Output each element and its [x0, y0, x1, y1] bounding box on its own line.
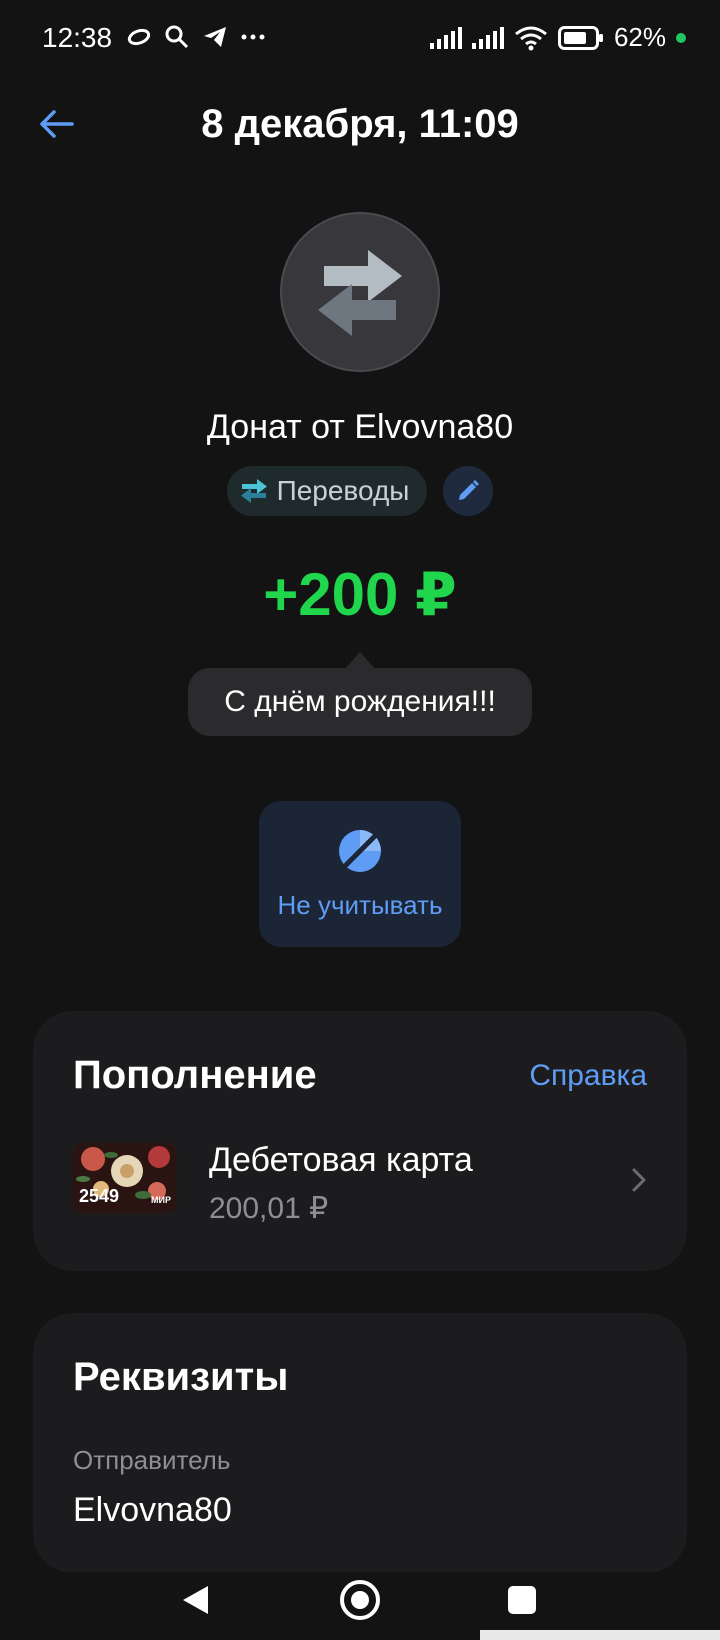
nav-recent-apps-button[interactable]: [508, 1586, 536, 1614]
ignore-label: Не учитывать: [277, 889, 443, 920]
chevron-right-icon: [632, 1168, 646, 1192]
transfer-avatar: [280, 212, 440, 372]
sender-label: Отправитель: [73, 1445, 231, 1475]
card-brand: МИР: [151, 1195, 171, 1205]
telegram-icon: [204, 27, 226, 47]
transfer-arrows-icon: [318, 250, 402, 336]
help-link[interactable]: Справка: [529, 1059, 647, 1093]
topup-title: Пополнение: [73, 1053, 317, 1097]
home-dot-icon: [351, 1591, 369, 1609]
status-icons-left: [126, 24, 266, 50]
signal-icon: [471, 26, 504, 49]
sender-value[interactable]: Elvovna80: [73, 1491, 232, 1530]
edit-category-button[interactable]: [443, 466, 494, 516]
wifi-icon: [515, 26, 547, 50]
operation-amount: +200 ₽: [263, 561, 457, 628]
nav-back-icon[interactable]: [180, 1584, 210, 1616]
search-icon: [165, 25, 189, 49]
ignore-button[interactable]: Не учитывать: [259, 801, 461, 947]
category-row: Переводы: [0, 466, 720, 516]
account-amount: 200,01 ₽: [209, 1192, 329, 1225]
battery-icon: [557, 25, 603, 50]
status-icons-right: 62%: [429, 22, 686, 53]
page-title: 8 декабря, 11:09: [201, 102, 519, 146]
card-last4: 2549: [79, 1186, 120, 1206]
account-name: Дебетовая карта: [209, 1141, 473, 1179]
card-thumbnail: 2549 МИР: [73, 1143, 177, 1213]
requisites-card: Реквизиты Отправитель Elvovna80: [33, 1313, 687, 1573]
header: 8 декабря, 11:09: [0, 90, 720, 160]
bottom-edge-strip: [480, 1630, 720, 1640]
status-bar: 12:38 62%: [0, 0, 720, 80]
more-icon: [241, 34, 265, 40]
pencil-icon: [459, 480, 480, 500]
category-label: Переводы: [276, 475, 410, 506]
account-row[interactable]: 2549 МИР Дебетовая карта 200,01 ₽: [73, 1141, 657, 1231]
privacy-indicator-dot: [676, 32, 686, 43]
category-chip[interactable]: Переводы: [226, 466, 428, 516]
message-bubble: С днём рождения!!!: [188, 668, 532, 736]
signal-icon: [429, 26, 462, 49]
requisites-title: Реквизиты: [73, 1355, 289, 1399]
nav-home-button[interactable]: [340, 1580, 380, 1620]
operation-name: Донат от Elvovna80: [206, 408, 514, 446]
topup-card: Пополнение Справка 2549 МИР Дебетовая ка…: [33, 1011, 687, 1271]
ignore-icon: [339, 829, 381, 872]
status-time: 12:38: [42, 22, 113, 53]
transfer-category-icon: [240, 479, 267, 503]
notification-icon: [127, 28, 151, 46]
battery-percent: 62%: [613, 22, 666, 52]
